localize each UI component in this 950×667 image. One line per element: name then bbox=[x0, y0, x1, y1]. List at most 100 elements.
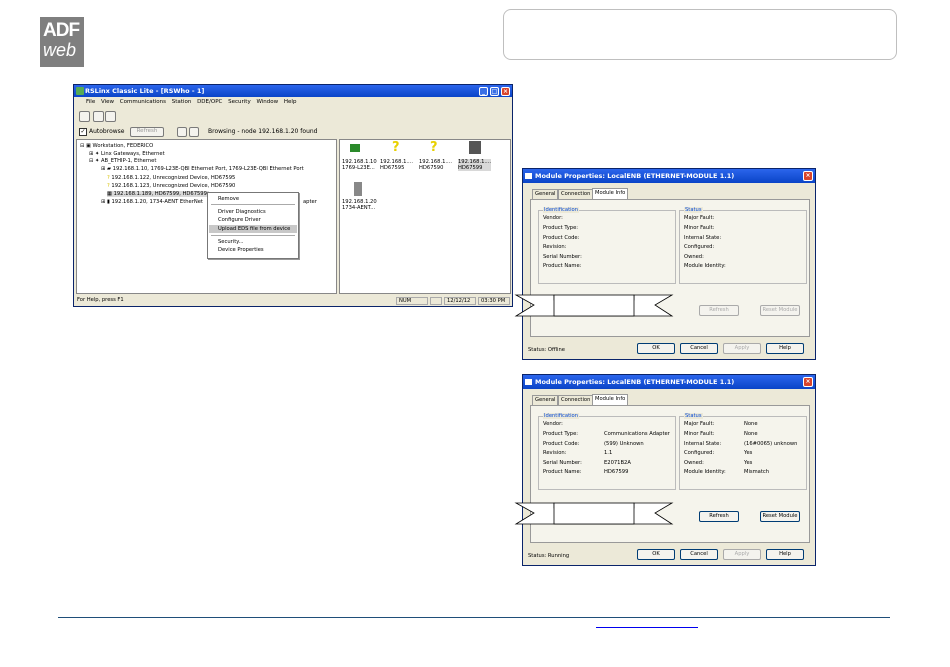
menu-view[interactable]: View bbox=[101, 99, 114, 105]
close-icon[interactable]: × bbox=[803, 171, 813, 181]
network-icon[interactable] bbox=[93, 111, 104, 122]
major-fault-label: Major Fault: bbox=[684, 421, 715, 427]
tab-module-info[interactable]: Module Info bbox=[592, 188, 629, 199]
tree-item[interactable]: ? 192.168.1.122, Unrecognized Device, HD… bbox=[107, 175, 235, 181]
autobrowse-label: Autobrowse bbox=[89, 128, 125, 135]
dialog-title: Module Properties: LocalENB (ETHERNET-MO… bbox=[535, 378, 735, 386]
cancel-button[interactable]: Cancel bbox=[680, 343, 718, 354]
product-name-label: Product Name: bbox=[543, 469, 582, 475]
footer-link-underline[interactable] bbox=[596, 627, 698, 628]
revision-label: Revision: bbox=[543, 450, 567, 456]
device-label[interactable]: 192.168.1.... HD67595 bbox=[380, 159, 413, 171]
device-label[interactable]: 192.168.1.20 1734-AENT... bbox=[342, 199, 377, 211]
tree-item[interactable]: ⊞ ▮ 192.168.1.20, 1734-AENT EtherNet bbox=[101, 199, 203, 205]
tree-item[interactable]: ? 192.168.1.123, Unrecognized Device, HD… bbox=[107, 183, 235, 189]
tab-general[interactable]: General bbox=[532, 189, 559, 199]
product-type-label: Product Type: bbox=[543, 225, 579, 231]
grid-view-icon[interactable] bbox=[189, 127, 199, 137]
menu-item-device-properties[interactable]: Device Properties bbox=[218, 247, 264, 253]
tree-item[interactable]: ⊞ ▰ 192.168.1.10, 1769-L23E-QBl Ethernet… bbox=[101, 166, 304, 172]
menu-help[interactable]: Help bbox=[284, 99, 297, 105]
help-button[interactable]: Help bbox=[766, 343, 804, 354]
driver-icon[interactable] bbox=[105, 111, 116, 122]
reset-module-button[interactable]: Reset Module bbox=[760, 305, 800, 316]
rslinx-app-icon bbox=[76, 87, 84, 95]
refresh-button[interactable]: Refresh bbox=[699, 305, 739, 316]
window-icon bbox=[525, 379, 532, 385]
minimize-icon[interactable]: _ bbox=[479, 87, 488, 96]
configured-label: Configured: bbox=[684, 244, 715, 250]
list-view-icon[interactable] bbox=[177, 127, 187, 137]
status-num: NUM bbox=[396, 297, 428, 305]
tab-general[interactable]: General bbox=[532, 395, 559, 405]
revision-label: Revision: bbox=[543, 244, 567, 250]
ok-button[interactable]: OK bbox=[637, 343, 675, 354]
device-label[interactable]: 192.168.1.10 1769-L23E... bbox=[342, 159, 377, 171]
reset-module-button[interactable]: Reset Module bbox=[760, 511, 800, 522]
dialog-titlebar: Module Properties: LocalENB (ETHERNET-MO… bbox=[523, 169, 815, 183]
close-icon[interactable]: × bbox=[803, 377, 813, 387]
rslinx-title: RSLinx Classic Lite - [RSWho - 1] bbox=[85, 87, 205, 95]
status-title: Status bbox=[684, 207, 703, 213]
status-group: Status Major Fault: Minor Fault: Interna… bbox=[679, 207, 807, 284]
cancel-button[interactable]: Cancel bbox=[680, 549, 718, 560]
close-icon[interactable]: × bbox=[501, 87, 510, 96]
product-code-label: Product Code: bbox=[543, 441, 580, 447]
tree-item[interactable]: ⊟ ▣ Workstation, FEDERICO bbox=[80, 143, 153, 149]
window-icon bbox=[525, 173, 532, 179]
major-fault-label: Major Fault: bbox=[684, 215, 715, 221]
status-empty bbox=[430, 297, 442, 305]
tree-item-truncated: apter bbox=[303, 199, 317, 205]
menu-bar: File View Communications Station DDE/OPC… bbox=[74, 97, 512, 108]
adfweb-logo: ADF web bbox=[40, 17, 84, 67]
menu-window[interactable]: Window bbox=[256, 99, 278, 105]
product-code-value: (599) Unknown bbox=[604, 441, 644, 447]
menu-item-driver-diagnostics[interactable]: Driver Diagnostics bbox=[218, 209, 266, 215]
dialog-status: Status: Offline bbox=[528, 347, 565, 353]
tree-item[interactable]: ⊟ ✦ AB_ETHIP-1, Ethernet bbox=[89, 158, 156, 164]
menu-divider bbox=[211, 204, 295, 205]
tab-module-info[interactable]: Module Info bbox=[592, 394, 629, 405]
autobrowse-checkbox[interactable]: ✓ bbox=[79, 128, 87, 136]
apply-button[interactable]: Apply bbox=[723, 343, 761, 354]
menu-security[interactable]: Security bbox=[228, 99, 251, 105]
tab-bar: General Connection Module Info bbox=[532, 188, 812, 199]
tree-item[interactable]: ⊞ ✦ Linx Gateways, Ethernet bbox=[89, 151, 165, 157]
ok-button[interactable]: OK bbox=[637, 549, 675, 560]
serial-number-value: E2071B2A bbox=[604, 460, 631, 466]
plc-icon bbox=[350, 144, 360, 152]
dialog-titlebar: Module Properties: LocalENB (ETHERNET-MO… bbox=[523, 375, 815, 389]
tab-bar: General Connection Module Info bbox=[532, 394, 812, 405]
refresh-button[interactable]: Refresh bbox=[130, 127, 164, 137]
menu-divider bbox=[211, 235, 295, 236]
menu-item-security[interactable]: Security... bbox=[218, 239, 244, 245]
tab-connection[interactable]: Connection bbox=[558, 395, 594, 405]
device-label-selected[interactable]: 192.168.1.... HD67599 bbox=[458, 159, 491, 171]
tab-connection[interactable]: Connection bbox=[558, 189, 594, 199]
module-identity-label: Module Identity: bbox=[684, 469, 726, 475]
maximize-icon[interactable]: □ bbox=[490, 87, 499, 96]
context-menu: Remove Driver Diagnostics Configure Driv… bbox=[207, 192, 299, 259]
identification-title: Identification bbox=[543, 413, 580, 419]
menu-item-upload-eds[interactable]: Upload EDS file from device bbox=[218, 226, 290, 232]
menu-file[interactable]: File bbox=[86, 99, 95, 105]
menu-item-remove[interactable]: Remove bbox=[218, 196, 239, 202]
menu-ddeopc[interactable]: DDE/OPC bbox=[197, 99, 222, 105]
minor-fault-value: None bbox=[744, 431, 758, 437]
dialog-status: Status: Running bbox=[528, 553, 570, 559]
tree-item-selected[interactable]: ▦ 192.168.1.189, HD67599, HD67599 bbox=[107, 191, 209, 197]
apply-button[interactable]: Apply bbox=[723, 549, 761, 560]
device-pane: ? ? 192.168.1.10 1769-L23E... 192.168.1..… bbox=[339, 139, 511, 294]
status-time: 03:30 PM bbox=[478, 297, 510, 305]
menu-station[interactable]: Station bbox=[172, 99, 192, 105]
rswho-icon[interactable] bbox=[79, 111, 90, 122]
help-button[interactable]: Help bbox=[766, 549, 804, 560]
product-code-label: Product Code: bbox=[543, 235, 580, 241]
menu-communications[interactable]: Communications bbox=[120, 99, 166, 105]
refresh-button[interactable]: Refresh bbox=[699, 511, 739, 522]
menu-item-configure-driver[interactable]: Configure Driver bbox=[218, 217, 261, 223]
header-box bbox=[503, 9, 897, 60]
internal-state-value: (16#0065) unknown bbox=[744, 441, 798, 447]
owned-label: Owned: bbox=[684, 254, 704, 260]
device-label[interactable]: 192.168.1.... HD67590 bbox=[419, 159, 452, 171]
